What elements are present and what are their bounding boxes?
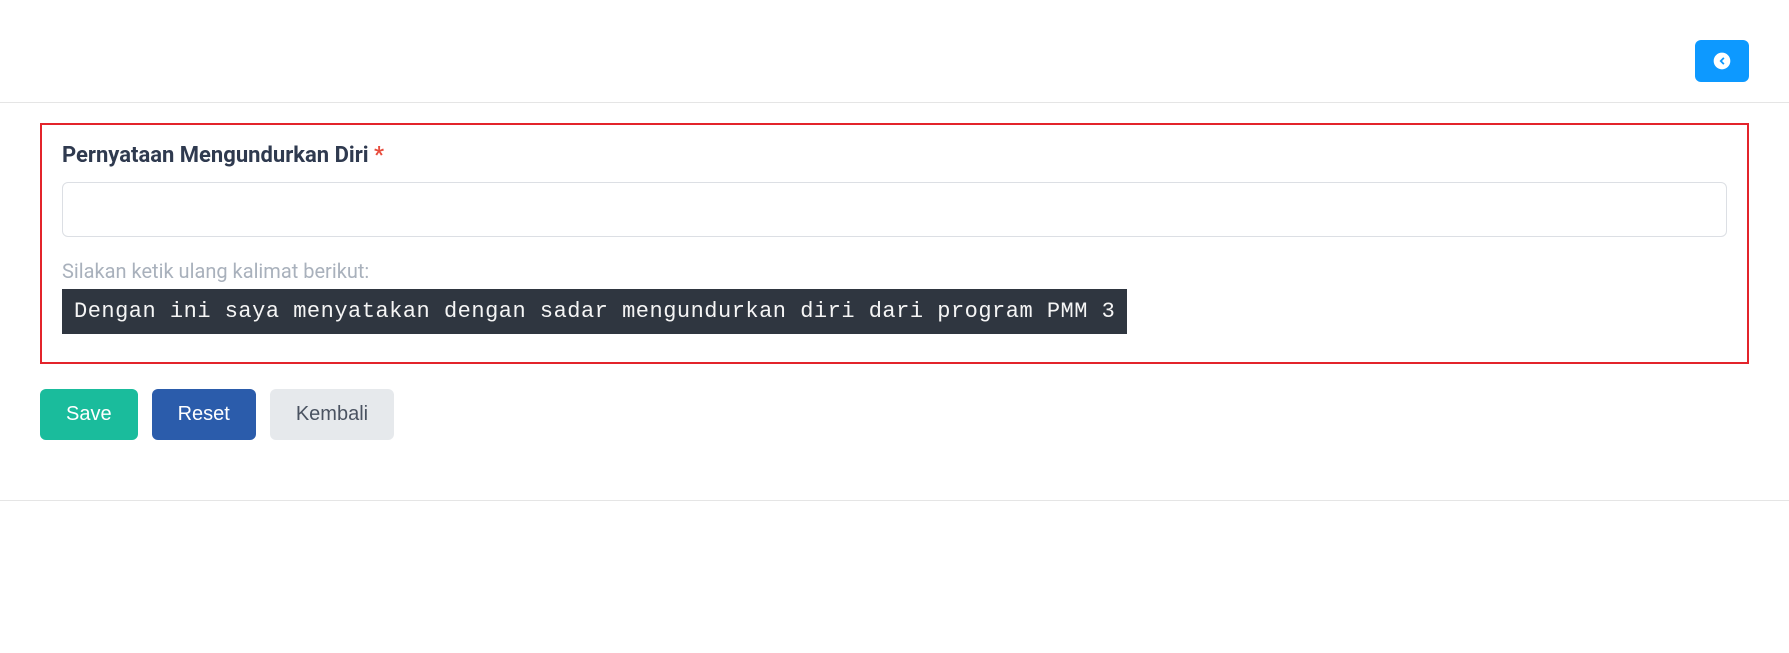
statement-label: Pernyataan Mengundurkan Diri * <box>62 143 1727 168</box>
required-asterisk: * <box>374 143 384 168</box>
statement-to-retype: Dengan ini saya menyatakan dengan sadar … <box>62 289 1127 334</box>
helper-text: Silakan ketik ulang kalimat berikut: <box>62 259 1727 283</box>
arrow-left-circle-icon <box>1712 51 1732 71</box>
label-text: Pernyataan Mengundurkan Diri <box>62 143 369 168</box>
save-button[interactable]: Save <box>40 389 138 440</box>
bottom-divider <box>0 500 1789 501</box>
back-button[interactable] <box>1695 40 1749 82</box>
kembali-button[interactable]: Kembali <box>270 389 394 440</box>
top-bar <box>0 0 1789 103</box>
form-container: Pernyataan Mengundurkan Diri * Silakan k… <box>0 103 1789 470</box>
statement-input[interactable] <box>62 182 1727 237</box>
button-row: Save Reset Kembali <box>40 389 1749 440</box>
reset-button[interactable]: Reset <box>152 389 256 440</box>
withdrawal-statement-section: Pernyataan Mengundurkan Diri * Silakan k… <box>40 123 1749 364</box>
